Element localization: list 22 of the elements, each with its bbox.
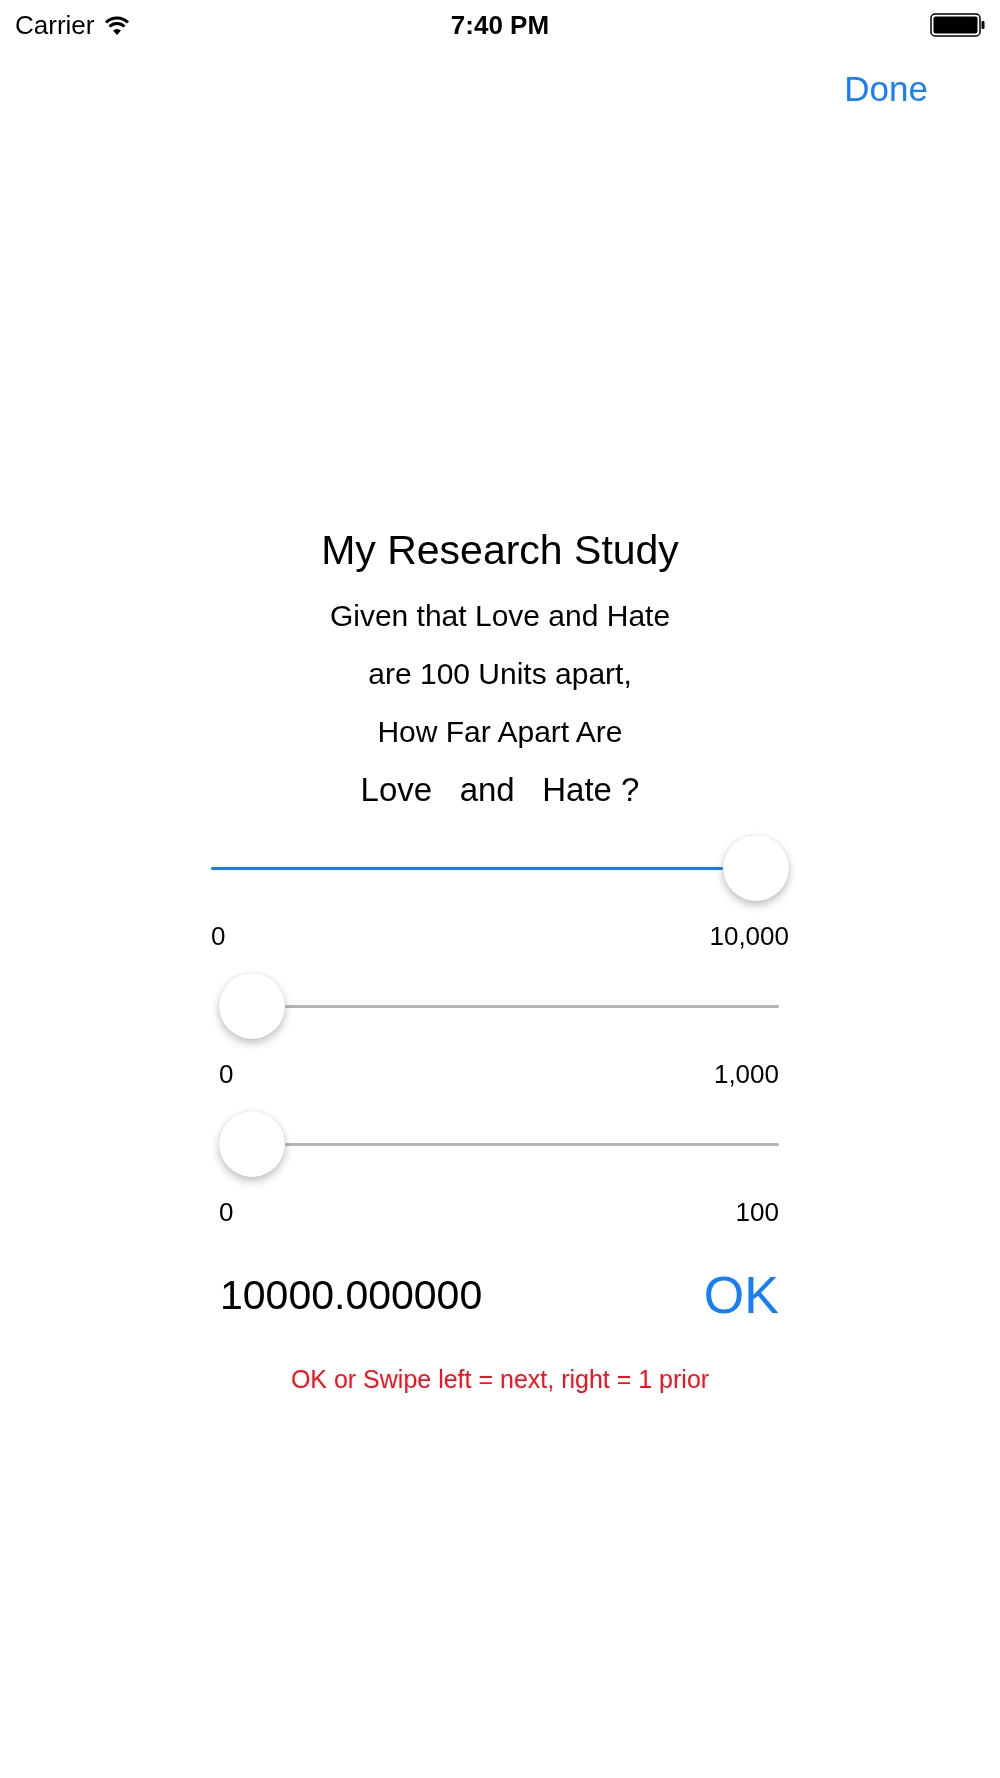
study-title: My Research Study — [321, 526, 679, 574]
slider-thumb[interactable] — [219, 973, 285, 1039]
question-text: Love and Hate ? — [360, 770, 640, 810]
slider-thumb[interactable] — [219, 1111, 285, 1177]
max-label: 100 — [735, 1197, 779, 1227]
battery-icon — [930, 13, 986, 37]
value-readout: 10000.000000 — [220, 1271, 483, 1319]
min-label: 0 — [219, 1059, 234, 1089]
hint-text: OK or Swipe left = next, right = 1 prior — [290, 1365, 710, 1394]
question-text: are 100 Units apart, — [367, 656, 633, 692]
min-label: 0 — [211, 921, 226, 951]
clock-time: 7:40 PM — [450, 9, 550, 40]
min-label: 0 — [219, 1197, 234, 1227]
max-label: 10,000 — [709, 921, 789, 951]
slider-thumb[interactable] — [723, 835, 789, 901]
ok-button[interactable]: OK — [703, 1265, 779, 1325]
question-text: Given that Love and Hate — [329, 598, 671, 634]
wifi-icon — [104, 15, 131, 35]
done-button[interactable]: Done — [844, 69, 928, 109]
carrier-label: Carrier — [15, 9, 95, 41]
question-text: How Far Apart Are — [376, 714, 624, 750]
max-label: 1,000 — [713, 1059, 779, 1089]
